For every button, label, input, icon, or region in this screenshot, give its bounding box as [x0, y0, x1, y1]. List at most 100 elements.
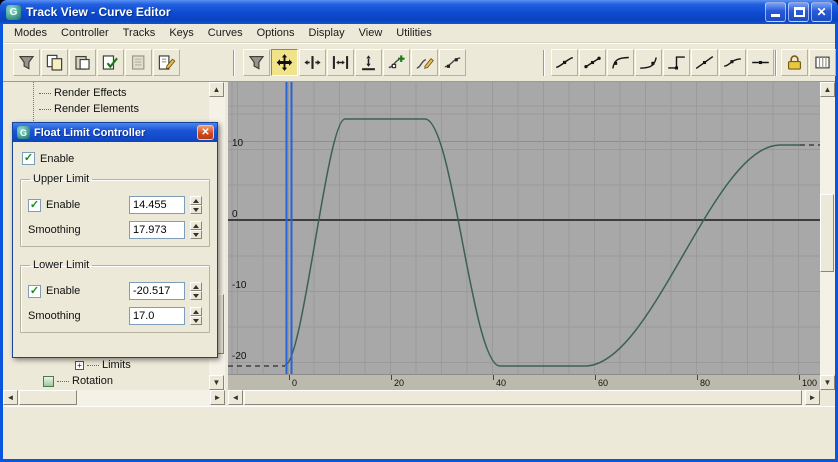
tree-item-label: Render Elements — [54, 103, 139, 115]
lower-limit-group: Lower Limit ✓ Enable Smoothing — [20, 259, 210, 333]
scroll-up-button[interactable]: ▲ — [209, 82, 224, 97]
scroll-left-button[interactable]: ◄ — [3, 390, 18, 405]
set-tangents-step-button[interactable] — [663, 49, 690, 76]
animation-curve[interactable] — [284, 118, 800, 367]
track-view-window: G Track View - Curve Editor ✕ Modes Contr… — [0, 0, 838, 462]
add-keys-button[interactable] — [383, 49, 410, 76]
tree-item-render-elements[interactable]: Render Elements — [3, 101, 209, 117]
reduce-keys-button[interactable] — [439, 49, 466, 76]
window-titlebar[interactable]: G Track View - Curve Editor ✕ — [0, 0, 838, 24]
menu-item-controller[interactable]: Controller — [54, 25, 116, 41]
upper-limit-spinner[interactable] — [190, 196, 202, 214]
set-tangents-smooth-button[interactable] — [719, 49, 746, 76]
snap-icon — [815, 56, 830, 69]
set-tangents-auto-button[interactable] — [551, 49, 578, 76]
tree-item-rotation[interactable]: Rotation — [3, 373, 209, 389]
tree-item-label: Limits — [102, 359, 131, 371]
set-tangents-custom-button[interactable] — [579, 49, 606, 76]
set-tangents-linear-button[interactable] — [691, 49, 718, 76]
curve-plot-area[interactable]: 10 0 -10 -20 — [228, 82, 820, 374]
enable-checkbox[interactable]: ✓ — [22, 152, 35, 165]
menu-item-options[interactable]: Options — [250, 25, 302, 41]
tree-bottom: + Limits Rotation — [3, 357, 209, 389]
scroll-down-button[interactable]: ▼ — [209, 375, 224, 390]
dialog-titlebar[interactable]: G Float Limit Controller ✕ — [13, 123, 217, 142]
curve-vertical-scrollbar[interactable]: ▲ ▼ — [820, 82, 835, 390]
menu-item-curves[interactable]: Curves — [201, 25, 250, 41]
tree-item-limits[interactable]: + Limits — [3, 357, 209, 373]
set-tangents-fast-button[interactable] — [607, 49, 634, 76]
drawcurve-icon — [416, 58, 434, 69]
upper-enable-checkbox[interactable]: ✓ — [28, 198, 41, 212]
tree-item-render-effects[interactable]: Render Effects — [3, 85, 209, 101]
scroll-right-button[interactable]: ► — [805, 390, 820, 405]
dialog-icon: G — [17, 126, 30, 139]
snap-frames-button[interactable] — [809, 49, 836, 76]
menu-item-view[interactable]: View — [352, 25, 390, 41]
filters-button[interactable] — [13, 49, 40, 76]
tfast-icon — [612, 56, 629, 69]
minimize-button[interactable] — [765, 2, 786, 22]
time-ruler[interactable]: 0 20 40 60 80 100 — [228, 374, 820, 390]
scroll-left-button[interactable]: ◄ — [228, 390, 243, 405]
lower-limit-input[interactable] — [129, 282, 185, 300]
scroll-right-button[interactable]: ► — [210, 390, 225, 405]
ruler-tick — [799, 375, 800, 380]
copy-controller-button[interactable] — [41, 49, 68, 76]
y-axis-label: 0 — [232, 209, 238, 220]
menu-item-tracks[interactable]: Tracks — [116, 25, 163, 41]
menu-item-utilities[interactable]: Utilities — [389, 25, 438, 41]
set-tangents-flat-button[interactable] — [747, 49, 774, 76]
float-limit-controller-dialog: G Float Limit Controller ✕ ✓ Enable Uppe… — [12, 122, 218, 358]
maximize-button[interactable] — [788, 2, 809, 22]
lock-selection-button[interactable] — [781, 49, 808, 76]
lower-smoothing-spinner[interactable] — [190, 307, 202, 325]
ruler-tick — [493, 375, 494, 380]
scrollbar-thumb[interactable] — [244, 390, 802, 405]
menu-item-keys[interactable]: Keys — [162, 25, 200, 41]
menu-item-display[interactable]: Display — [302, 25, 352, 41]
close-icon: ✕ — [816, 5, 827, 19]
expand-icon[interactable]: + — [75, 360, 84, 370]
scrollbar-thumb[interactable] — [19, 390, 77, 405]
upper-smoothing-spinner[interactable] — [190, 221, 202, 239]
tree-connector — [57, 380, 69, 382]
upper-limit-input[interactable] — [129, 196, 185, 214]
tree-top: Render Effects Render Elements — [3, 82, 209, 121]
tree-item-label: Render Effects — [54, 87, 127, 99]
lower-limit-spinner[interactable] — [190, 282, 202, 300]
make-controller-unique-button[interactable] — [97, 49, 124, 76]
edit-controller-button[interactable] — [153, 49, 180, 76]
scrollbar-thumb[interactable] — [820, 194, 834, 272]
tree-connector — [39, 92, 51, 94]
move-keys-button[interactable] — [271, 49, 298, 76]
upper-smoothing-input[interactable] — [129, 221, 185, 239]
lower-enable-checkbox[interactable]: ✓ — [28, 284, 41, 298]
dialog-close-button[interactable]: ✕ — [197, 125, 214, 140]
tauto-icon — [556, 57, 573, 68]
scale-keys-button[interactable] — [327, 49, 354, 76]
menu-item-modes[interactable]: Modes — [7, 25, 54, 41]
tree-horizontal-scrollbar[interactable]: ◄ ► — [3, 390, 225, 406]
curve-horizontal-scrollbar[interactable]: ◄ ► — [228, 390, 820, 406]
lower-smoothing-input[interactable] — [129, 307, 185, 325]
editdoc-icon — [158, 55, 176, 70]
draw-curves-button[interactable] — [411, 49, 438, 76]
scroll-down-button[interactable]: ▼ — [820, 375, 835, 390]
tflat-icon — [752, 60, 769, 65]
filters-key-window-button[interactable] — [243, 49, 270, 76]
set-tangents-slow-button[interactable] — [635, 49, 662, 76]
scroll-up-button[interactable]: ▲ — [820, 82, 835, 97]
scale-values-button[interactable] — [355, 49, 382, 76]
close-button[interactable]: ✕ — [811, 2, 832, 22]
slide-keys-button[interactable] — [299, 49, 326, 76]
lock-icon — [787, 55, 802, 70]
copy-icon — [46, 54, 63, 71]
lower-smoothing-label: Smoothing — [28, 310, 81, 322]
paste-controller-button[interactable] — [69, 49, 96, 76]
toolbar-group — [13, 49, 181, 76]
respect-animation-range-button[interactable] — [125, 49, 152, 76]
upper-enable-label: Enable — [46, 199, 81, 211]
scalev-icon — [362, 55, 375, 71]
slide-icon — [304, 56, 321, 69]
